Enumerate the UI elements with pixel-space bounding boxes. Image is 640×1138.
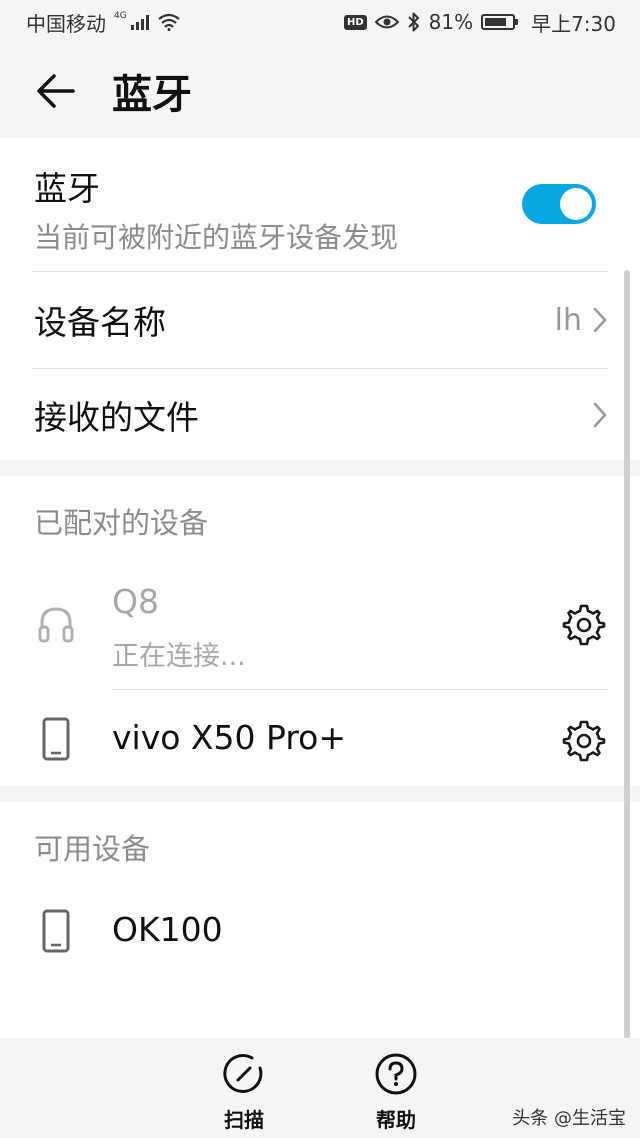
scrollbar[interactable] (624, 270, 630, 1040)
bottom-action-bar: 扫描 帮助 头条 @生活宝 (0, 1038, 640, 1138)
gear-icon[interactable] (562, 718, 606, 762)
signal-icon (130, 14, 149, 30)
received-files-label: 接收的文件 (34, 397, 199, 437)
toggle-knob (560, 188, 592, 220)
bluetooth-title: 蓝牙 (34, 169, 100, 208)
status-bar: 中国移动 4G HD 81% 早上7:30 (0, 0, 640, 44)
back-arrow-icon (37, 74, 75, 108)
device-name-row[interactable]: 设备名称 lh (34, 272, 608, 368)
battery-percent: 81% (428, 10, 474, 34)
scan-button[interactable]: 扫描 (204, 1052, 284, 1133)
available-device-name[interactable]: OK100 (112, 910, 223, 949)
help-label: 帮助 (376, 1108, 416, 1132)
headset-icon (34, 600, 78, 650)
help-icon (375, 1053, 417, 1095)
carrier-label: 中国移动 (26, 11, 106, 36)
page-title: 蓝牙 (112, 72, 192, 118)
paired-device-name[interactable]: vivo X50 Pro+ (112, 718, 346, 757)
device-name-value: lh (554, 302, 582, 338)
network-type: 4G (114, 11, 127, 21)
gear-icon[interactable] (562, 602, 606, 646)
received-files-row[interactable]: 接收的文件 (34, 369, 608, 460)
phone-icon (34, 906, 78, 956)
available-devices-card: 可用设备 OK100 (0, 802, 640, 1038)
hd-badge: HD (343, 14, 367, 30)
bluetooth-icon (407, 12, 419, 32)
bluetooth-toggle-row: 蓝牙 当前可被附近的蓝牙设备发现 (34, 162, 398, 256)
paired-section-title: 已配对的设备 (34, 506, 209, 540)
help-button[interactable]: 帮助 (356, 1052, 436, 1133)
scan-label: 扫描 (224, 1108, 264, 1132)
eye-icon (374, 15, 399, 29)
chevron-right-icon (593, 307, 607, 333)
phone-icon (34, 714, 78, 764)
device-name-label: 设备名称 (34, 303, 166, 342)
paired-device-name[interactable]: Q8 (112, 582, 159, 621)
paired-devices-card: 已配对的设备 Q8 正在连接... vivo X50 Pro+ (0, 476, 640, 786)
app-header: 蓝牙 (0, 44, 640, 138)
bluetooth-toggle[interactable] (522, 184, 596, 224)
wifi-icon (158, 13, 180, 31)
scan-icon (223, 1054, 263, 1093)
bluetooth-settings-card: 蓝牙 当前可被附近的蓝牙设备发现 设备名称 lh 接收的文件 (0, 138, 640, 460)
chevron-right-icon (593, 402, 607, 427)
bluetooth-subtitle: 当前可被附近的蓝牙设备发现 (34, 221, 399, 254)
clock: 早上7:30 (531, 11, 616, 36)
back-button[interactable] (26, 61, 86, 121)
battery-icon (481, 14, 519, 30)
watermark: 头条 @生活宝 (512, 1108, 626, 1129)
available-section-title: 可用设备 (34, 832, 151, 866)
paired-device-status: 正在连接... (112, 641, 246, 672)
divider (112, 689, 608, 690)
